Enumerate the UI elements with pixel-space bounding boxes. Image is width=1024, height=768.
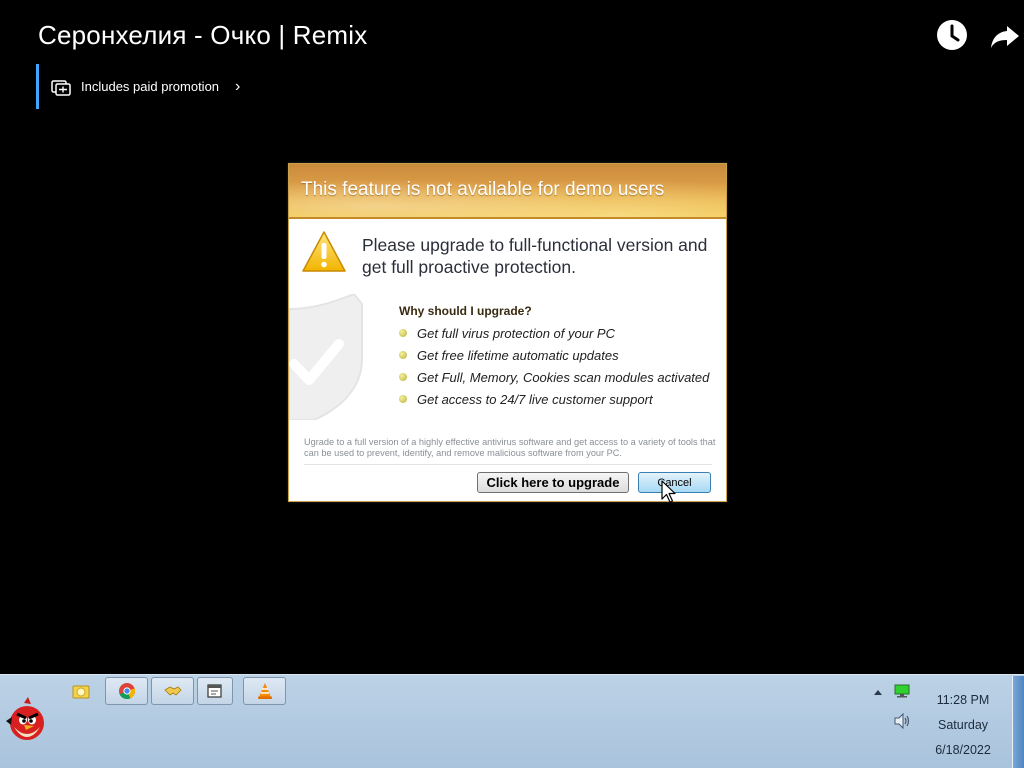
list-item: Get access to 24/7 live customer support — [399, 388, 709, 410]
dialog-headline: Please upgrade to full-functional versio… — [362, 235, 708, 277]
clock-time: 11:28 PM — [936, 693, 990, 707]
list-item: Get full virus protection of your PC — [399, 322, 709, 344]
show-hidden-icons-icon[interactable] — [873, 688, 883, 696]
feature-list: Get full virus protection of your PC Get… — [399, 322, 709, 410]
folder-icon[interactable] — [72, 683, 90, 699]
upgrade-button[interactable]: Click here to upgrade — [477, 472, 629, 493]
show-desktop-button[interactable] — [1012, 676, 1024, 768]
upgrade-dialog: This feature is not available for demo u… — [288, 163, 727, 502]
system-clock[interactable]: 11:28 PM Saturday 6/18/2022 — [920, 688, 1006, 763]
shield-icon — [289, 294, 363, 420]
list-item: Get Full, Memory, Cookies scan modules a… — [399, 366, 709, 388]
chevron-right-icon: › — [235, 77, 241, 95]
list-item: Get free lifetime automatic updates — [399, 344, 709, 366]
dialog-header: This feature is not available for demo u… — [289, 164, 726, 219]
clock-day: Saturday — [937, 718, 989, 732]
video-title[interactable]: Серонхелия - Очко | Remix — [38, 20, 367, 51]
start-button-angry-bird-icon[interactable] — [4, 697, 50, 743]
taskbar: 11:28 PM Saturday 6/18/2022 — [0, 674, 1024, 768]
volume-icon[interactable] — [893, 713, 911, 729]
bullet-icon — [399, 351, 407, 359]
bullet-icon — [399, 329, 407, 337]
dialog-footnote: Ugrade to a full version of a highly eff… — [304, 437, 716, 458]
window-icon — [207, 684, 222, 698]
clock-date: 6/18/2022 — [935, 743, 991, 757]
dialog-title: This feature is not available for demo u… — [301, 179, 665, 200]
chrome-icon — [118, 683, 135, 700]
watch-later-icon[interactable] — [935, 18, 969, 52]
bullet-icon — [399, 395, 407, 403]
handshake-icon — [163, 686, 182, 696]
taskbar-window-button[interactable] — [197, 677, 233, 705]
vlc-icon — [257, 683, 272, 699]
taskbar-vlc-button[interactable] — [243, 677, 286, 705]
taskbar-handshake-button[interactable] — [151, 677, 194, 705]
promotion-icon — [51, 79, 71, 96]
share-icon[interactable] — [988, 18, 1022, 52]
warning-icon — [302, 231, 346, 272]
paid-promotion-label: Includes paid promotion — [81, 79, 220, 94]
why-upgrade-heading: Why should I upgrade? — [399, 304, 532, 318]
divider — [304, 464, 712, 465]
network-icon[interactable] — [894, 684, 910, 698]
bullet-icon — [399, 373, 407, 381]
paid-promotion-banner[interactable]: Includes paid promotion › — [36, 64, 266, 109]
mouse-cursor-icon — [661, 480, 676, 503]
taskbar-chrome-button[interactable] — [105, 677, 148, 705]
